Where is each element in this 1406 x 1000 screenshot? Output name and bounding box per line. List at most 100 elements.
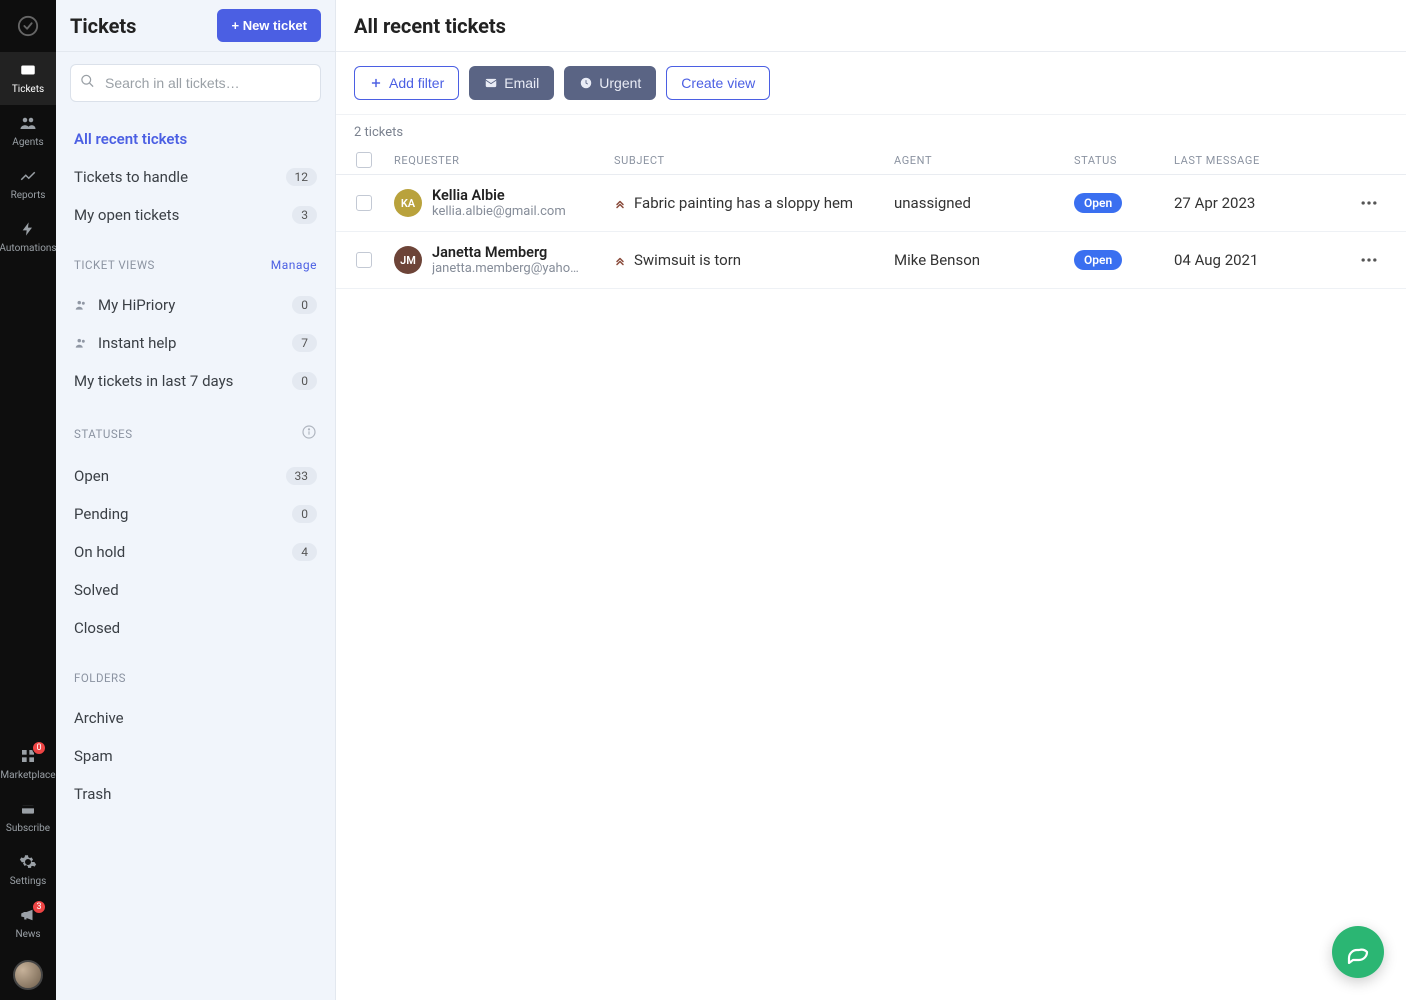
sidebar-item[interactable]: My open tickets3 — [56, 196, 335, 234]
table-row[interactable]: JM Janetta Membergjanetta.memberg@yaho… Sw… — [336, 232, 1406, 289]
sidebar-item-label: Pending — [74, 505, 128, 523]
rail-label: Agents — [12, 137, 43, 148]
people-icon — [74, 298, 88, 312]
select-all-checkbox[interactable] — [356, 152, 372, 168]
plus-icon — [369, 76, 383, 90]
status-badge: Open — [1074, 193, 1122, 213]
manage-views-link[interactable]: Manage — [271, 258, 317, 272]
count-badge: 0 — [292, 372, 317, 390]
rail-label: Settings — [10, 876, 47, 887]
agent-cell: Mike Benson — [894, 251, 1074, 269]
priority-icon — [614, 197, 626, 209]
table-header: REQUESTER SUBJECT AGENT STATUS LAST MESS… — [336, 146, 1406, 175]
sidebar-item[interactable]: Open33 — [56, 457, 335, 495]
subject-text: Swimsuit is torn — [634, 251, 741, 269]
filter-chip-email[interactable]: Email — [469, 66, 554, 100]
agents-icon — [18, 113, 38, 133]
sidebar-item[interactable]: On hold 4 — [56, 533, 335, 571]
requester-email: kellia.albie@gmail.com — [432, 204, 566, 219]
row-checkbox[interactable] — [356, 195, 372, 211]
rail-label: Reports — [11, 190, 46, 201]
marketplace-badge: 0 — [32, 741, 46, 755]
count-badge: 4 — [292, 543, 317, 561]
sidebar-item-label: My HiPriory — [98, 296, 175, 314]
requester-email: janetta.memberg@yaho… — [432, 261, 579, 276]
requester-name: Janetta Memberg — [432, 244, 579, 261]
rail-item-automations[interactable]: Automations — [0, 211, 56, 264]
sidebar-item[interactable]: Closed — [56, 609, 335, 647]
sidebar-item[interactable]: My HiPriory 0 — [56, 286, 335, 324]
rail-label: Marketplace — [0, 770, 55, 781]
rail-item-tickets[interactable]: Tickets — [0, 52, 56, 105]
sidebar-item[interactable]: Instant help7 — [56, 324, 335, 362]
add-filter-button[interactable]: Add filter — [354, 66, 459, 100]
search-icon — [80, 74, 95, 93]
filter-chip-urgent[interactable]: Urgent — [564, 66, 656, 100]
sidebar-item-label: My tickets in last 7 days — [74, 372, 233, 390]
app-logo[interactable] — [0, 0, 56, 52]
chat-fab[interactable] — [1332, 926, 1384, 978]
rail-item-marketplace[interactable]: 0 Marketplace — [0, 738, 56, 791]
count-badge: 33 — [286, 467, 318, 485]
rail-item-settings[interactable]: Settings — [0, 844, 56, 897]
sidebar-item-label: Tickets to handle — [74, 168, 188, 186]
views-section-header: TICKET VIEWS — [74, 258, 155, 272]
new-ticket-button[interactable]: + New ticket — [217, 9, 321, 42]
urgent-icon — [579, 76, 593, 90]
sidebar-item-label: All recent tickets — [74, 130, 187, 148]
rail-label: News — [15, 929, 40, 940]
sidebar-item[interactable]: Tickets to handle12 — [56, 158, 335, 196]
count-badge: 0 — [292, 296, 317, 314]
create-view-button[interactable]: Create view — [666, 66, 770, 100]
sidebar-item-label: Archive — [74, 709, 124, 727]
page-title: All recent tickets — [354, 14, 506, 38]
email-icon — [484, 76, 498, 90]
col-subject: SUBJECT — [614, 154, 894, 167]
subject-text: Fabric painting has a sloppy hem — [634, 194, 853, 212]
gear-icon — [18, 852, 38, 872]
user-avatar[interactable] — [13, 960, 43, 990]
row-actions-button[interactable] — [1344, 193, 1394, 213]
sidebar-item-label: On hold — [74, 543, 125, 561]
rail-item-agents[interactable]: Agents — [0, 105, 56, 158]
sidebar-item[interactable]: Trash — [56, 775, 335, 813]
table-row[interactable]: KA Kellia Albiekellia.albie@gmail.com Fabr… — [336, 175, 1406, 232]
sidebar-item-label: My open tickets — [74, 206, 179, 224]
filters-bar: Add filter Email Urgent Create view — [336, 52, 1406, 115]
row-actions-button[interactable] — [1344, 250, 1394, 270]
col-requester: REQUESTER — [394, 154, 614, 167]
info-icon[interactable] — [301, 424, 317, 443]
sidebar-item[interactable]: All recent tickets — [56, 120, 335, 158]
row-checkbox[interactable] — [356, 252, 372, 268]
search-input[interactable] — [70, 64, 321, 102]
agent-cell: unassigned — [894, 194, 1074, 212]
sidebar-title: Tickets — [70, 14, 136, 38]
subscribe-icon — [18, 799, 38, 819]
app-rail: Tickets Agents Reports Automations 0 Mar… — [0, 0, 56, 1000]
sidebar-item[interactable]: Spam — [56, 737, 335, 775]
col-status: STATUS — [1074, 154, 1174, 167]
rail-item-news[interactable]: 3 News — [0, 897, 56, 950]
requester-name: Kellia Albie — [432, 187, 566, 204]
automation-icon — [18, 219, 38, 239]
sidebar-item-label: Closed — [74, 619, 120, 637]
result-count: 2 tickets — [336, 115, 1406, 146]
ticket-sidebar: Tickets + New ticket All recent tickets T… — [56, 0, 336, 1000]
count-badge: 0 — [292, 505, 317, 523]
sidebar-item[interactable]: Pending 0 — [56, 495, 335, 533]
main-content: All recent tickets Add filter Email Urge… — [336, 0, 1406, 1000]
requester-avatar: JM — [394, 246, 422, 274]
last-message-date: 27 Apr 2023 — [1174, 194, 1344, 212]
status-badge: Open — [1074, 250, 1122, 270]
rail-item-reports[interactable]: Reports — [0, 158, 56, 211]
sidebar-item[interactable]: Solved — [56, 571, 335, 609]
last-message-date: 04 Aug 2021 — [1174, 251, 1344, 269]
col-agent: AGENT — [894, 154, 1074, 167]
sidebar-item-label: Spam — [74, 747, 113, 765]
sidebar-item[interactable]: Archive — [56, 699, 335, 737]
requester-avatar: KA — [394, 189, 422, 217]
rail-item-subscribe[interactable]: Subscribe — [0, 791, 56, 844]
sidebar-item-label: Solved — [74, 581, 119, 599]
sidebar-item[interactable]: My tickets in last 7 days 0 — [56, 362, 335, 400]
rail-label: Automations — [0, 243, 57, 254]
